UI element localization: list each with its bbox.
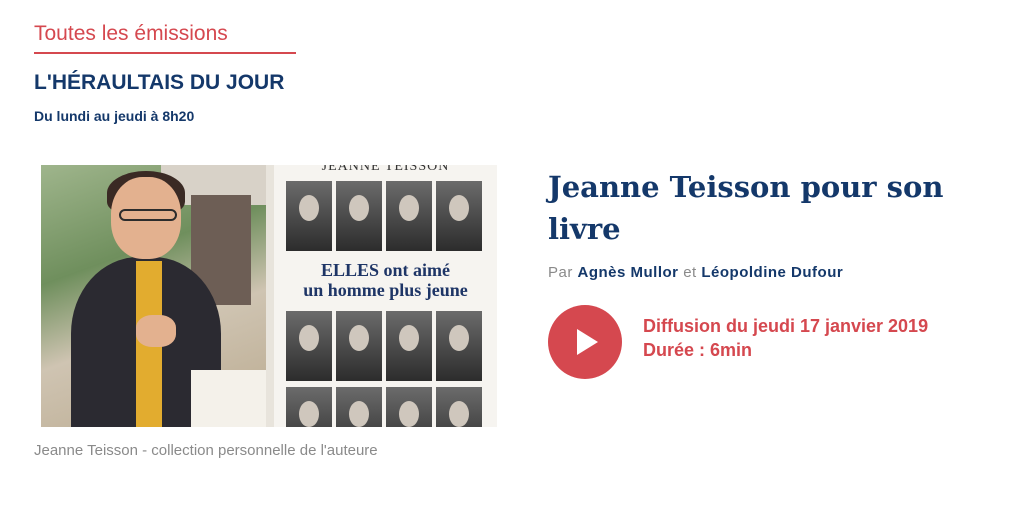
byline-prefix: Par [548,264,573,281]
episode-duration: Durée : 6min [643,340,753,360]
book-cover-title-line2: un homme plus jeune [303,280,468,300]
show-title: L'HÉRAULTAIS DU JOUR [34,71,285,94]
broadcast-info: Diffusion du jeudi 17 janvier 2019 Durée… [643,314,928,362]
byline-conjunction: et [683,264,697,281]
book-cover-title: ELLES ont aimé un homme plus jeune [274,260,497,300]
episode-byline: Par Agnès Mullor et Léopoldine Dufour [548,264,843,282]
book-cover-author: JEANNE TEISSON [321,165,450,174]
all-shows-link[interactable]: Toutes les émissions [34,22,296,54]
author-link-leopoldine-dufour[interactable]: Léopoldine Dufour [701,264,843,281]
book-cover-title-line1: ELLES ont aimé [320,260,451,280]
show-schedule: Du lundi au jeudi à 8h20 [34,108,195,124]
broadcast-date: Diffusion du jeudi 17 janvier 2019 [643,316,929,336]
play-button[interactable] [548,305,622,379]
author-photo [41,165,266,427]
image-caption: Jeanne Teisson - collection personnelle … [34,442,378,459]
play-icon [577,329,598,355]
episode-title: Jeanne Teisson pour son livre [548,170,944,246]
episode-image: JEANNE TEISSON ELLES ont aimé un homme p… [41,165,497,427]
author-link-agnes-mullor[interactable]: Agnès Mullor [578,264,679,281]
book-cover: JEANNE TEISSON ELLES ont aimé un homme p… [274,165,497,427]
